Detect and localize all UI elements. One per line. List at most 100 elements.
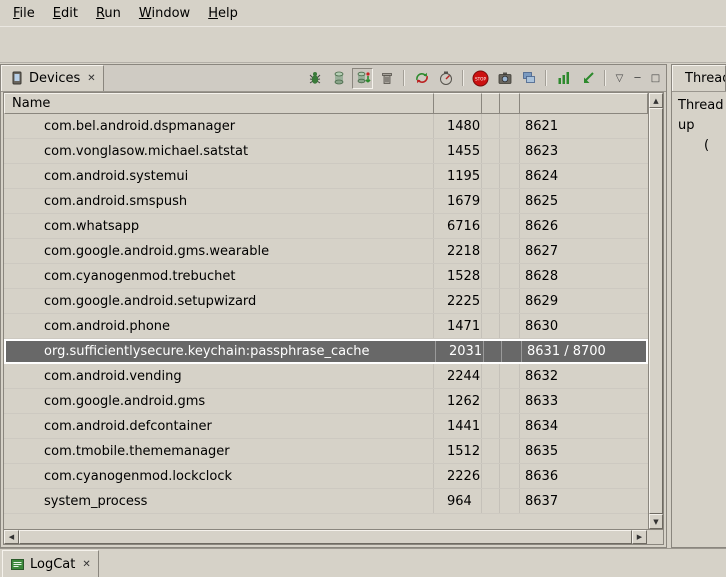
debug-port: 8636: [520, 464, 648, 488]
threads-cell: [500, 389, 520, 413]
debug-port: 8627: [520, 239, 648, 263]
table-row[interactable]: com.android.vending 22440 8632: [4, 364, 648, 389]
method-profiling-button[interactable]: [435, 68, 456, 89]
scroll-down-icon[interactable]: ▼: [649, 514, 663, 529]
device-icon: [9, 71, 24, 86]
threads-tabbar: Threads: [672, 65, 726, 92]
update-threads-button[interactable]: [411, 68, 432, 89]
maximize-icon[interactable]: □: [648, 69, 663, 87]
debug-process-button[interactable]: [304, 68, 325, 89]
table-row[interactable]: com.android.smspush 1679 8625: [4, 189, 648, 214]
heap-cell: [482, 114, 500, 138]
toolbar-separator: [462, 70, 464, 86]
horizontal-scrollbar[interactable]: ◀ ▶: [4, 529, 663, 544]
table-row[interactable]: com.vonglasow.michael.satstat 14553 8623: [4, 139, 648, 164]
debug-port: 8633: [520, 389, 648, 413]
devices-panel: Devices ✕: [0, 64, 667, 548]
horizontal-scrollbar-thumb[interactable]: [19, 530, 632, 544]
threads-message: Thread up (: [672, 92, 726, 160]
table-row[interactable]: com.bel.android.dspmanager 1480 8621: [4, 114, 648, 139]
scroll-up-icon[interactable]: ▲: [649, 93, 663, 108]
column-header-heap[interactable]: [482, 93, 500, 114]
tab-threads[interactable]: Threads: [672, 65, 726, 91]
process-name: com.cyanogenmod.trebuchet: [4, 264, 434, 288]
debug-port: 8628: [520, 264, 648, 288]
debug-port: 8631 / 8700: [522, 341, 646, 362]
process-name: com.whatsapp: [4, 214, 434, 238]
heap-cell: [482, 139, 500, 163]
devices-toolbar: STOP: [304, 65, 666, 91]
sysinfo-button[interactable]: [553, 68, 574, 89]
close-icon[interactable]: ✕: [85, 73, 95, 84]
green-arrow-icon: [580, 70, 596, 86]
debug-icon: [307, 70, 323, 86]
tab-logcat[interactable]: LogCat ✕: [2, 550, 99, 577]
minimize-icon[interactable]: ─: [630, 69, 645, 87]
close-icon[interactable]: ✕: [80, 559, 90, 570]
menu-edit[interactable]: Edit: [44, 2, 87, 25]
process-name: com.android.systemui: [4, 164, 434, 188]
dump-hprof-button[interactable]: [352, 68, 373, 89]
stop-process-button[interactable]: STOP: [470, 68, 491, 89]
heap-cell: [482, 239, 500, 263]
table-row[interactable]: com.whatsapp 6716 8626: [4, 214, 648, 239]
tab-logcat-label: LogCat: [30, 557, 75, 572]
view-hierarchy-button[interactable]: [518, 68, 539, 89]
column-header-threads[interactable]: [500, 93, 520, 114]
process-pid: 14411: [434, 414, 482, 438]
process-name: com.google.android.gms: [4, 389, 434, 413]
table-row-selected[interactable]: org.sufficientlysecure.keychain:passphra…: [4, 339, 648, 364]
view-menu-icon[interactable]: ▽: [612, 69, 627, 87]
table-row[interactable]: com.cyanogenmod.lockclock 22265 8636: [4, 464, 648, 489]
threads-cell: [500, 489, 520, 513]
heap-cell: [482, 214, 500, 238]
table-row[interactable]: com.google.android.gms.wearable 22185 86…: [4, 239, 648, 264]
menu-window[interactable]: Window: [130, 2, 199, 25]
debug-port: 8621: [520, 114, 648, 138]
debug-port: 8625: [520, 189, 648, 213]
debug-port: 8635: [520, 439, 648, 463]
debug-port: 8629: [520, 289, 648, 313]
table-row[interactable]: com.cyanogenmod.trebuchet 1528 8628: [4, 264, 648, 289]
table-row[interactable]: com.android.defcontainer 14411 8634: [4, 414, 648, 439]
threads-update-icon: [414, 70, 430, 86]
logcat-icon: [10, 557, 25, 572]
process-pid: 22440: [434, 364, 482, 388]
table-row[interactable]: com.android.phone 1471 8630: [4, 314, 648, 339]
process-pid: 1528: [434, 264, 482, 288]
menu-run[interactable]: Run: [87, 2, 130, 25]
toolbar-separator: [604, 70, 606, 86]
tab-devices[interactable]: Devices ✕: [1, 65, 104, 91]
table-row[interactable]: com.tmobile.thememanager 1512 8635: [4, 439, 648, 464]
threads-cell: [500, 114, 520, 138]
column-header-port[interactable]: [520, 93, 648, 114]
devices-tabbar: Devices ✕: [1, 65, 666, 92]
process-name: system_process: [4, 489, 434, 513]
scroll-left-icon[interactable]: ◀: [4, 530, 19, 544]
column-header-name[interactable]: Name: [4, 93, 434, 114]
column-header-pid[interactable]: [434, 93, 482, 114]
table-row[interactable]: com.android.systemui 1195 8624: [4, 164, 648, 189]
screen-capture-button[interactable]: [494, 68, 515, 89]
table-row[interactable]: com.google.android.setupwizard 22250 862…: [4, 289, 648, 314]
network-stats-button[interactable]: [577, 68, 598, 89]
cause-gc-button[interactable]: [376, 68, 397, 89]
menu-file[interactable]: File: [4, 2, 44, 25]
heap-cell: [484, 341, 502, 362]
debug-port: 8634: [520, 414, 648, 438]
vertical-scrollbar[interactable]: ▲ ▼: [648, 93, 663, 529]
scrollbar-corner: [647, 530, 663, 544]
main-toolbar: [0, 26, 726, 63]
heap-cell: [482, 489, 500, 513]
heap-cell: [482, 189, 500, 213]
threads-panel: Threads Thread up (: [671, 64, 726, 548]
scroll-right-icon[interactable]: ▶: [632, 530, 647, 544]
table-row[interactable]: com.google.android.gms 12623 8633: [4, 389, 648, 414]
table-row[interactable]: system_process 964 8637: [4, 489, 648, 514]
vertical-scrollbar-thumb[interactable]: [649, 108, 663, 514]
menu-help[interactable]: Help: [199, 2, 247, 25]
debug-port: 8624: [520, 164, 648, 188]
threads-cell: [500, 214, 520, 238]
process-pid: 22185: [434, 239, 482, 263]
update-heap-button[interactable]: [328, 68, 349, 89]
